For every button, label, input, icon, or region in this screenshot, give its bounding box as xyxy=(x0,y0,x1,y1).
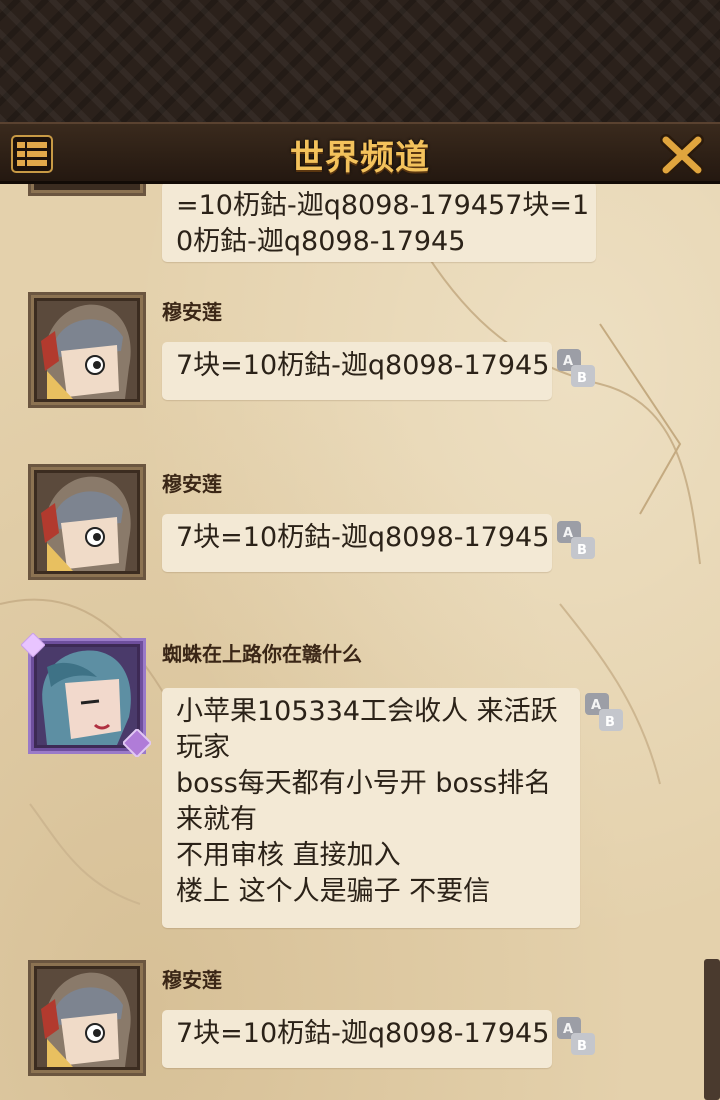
message-text-line: 0杤鈷-迦q8098-17945 xyxy=(176,226,466,257)
message-text-line: 玩家 xyxy=(176,732,230,763)
translate-ab-icon[interactable]: A B xyxy=(556,348,596,388)
knight-girl-avatar[interactable] xyxy=(28,292,146,408)
message-bubble: 7块=10杤鈷-迦q8098-17945 xyxy=(162,1010,552,1068)
partial-avatar[interactable] xyxy=(28,184,146,196)
scrollbar-thumb[interactable] xyxy=(704,959,720,1100)
message-text-line: boss每天都有小号开 boss排名 xyxy=(176,768,552,799)
message-bubble: =10杤鈷-迦q8098-179457块=1 0杤鈷-迦q8098-17945 xyxy=(162,184,596,262)
message-bubble: 7块=10杤鈷-迦q8098-17945 xyxy=(162,342,552,400)
channel-title: 世界频道 xyxy=(290,138,430,178)
svg-text:A: A xyxy=(563,526,573,541)
svg-text:A: A xyxy=(591,698,601,713)
message-text-line: 不用审核 直接加入 xyxy=(176,840,401,871)
svg-text:B: B xyxy=(605,715,615,730)
sender-name: 穆安莲 xyxy=(162,472,222,496)
sender-name: 蜘蛛在上路你在赣什么 xyxy=(162,642,362,666)
message-bubble: 小苹果105334工会收人 来活跃 玩家 boss每天都有小号开 boss排名 … xyxy=(162,688,580,928)
message-text-line: 7块=10杤鈷-迦q8098-17945 xyxy=(176,1018,550,1049)
close-x-icon[interactable] xyxy=(658,132,706,178)
knight-girl-avatar[interactable] xyxy=(28,960,146,1076)
translate-ab-icon[interactable]: A B xyxy=(584,692,624,732)
channel-header: 世界频道 xyxy=(0,122,720,184)
message-text-line: 楼上 这个人是骗子 不要信 xyxy=(176,876,491,907)
message-text-line: =10杤鈷-迦q8098-179457块=1 xyxy=(176,190,590,221)
svg-text:B: B xyxy=(577,1039,587,1054)
message-text-line: 来就有 xyxy=(176,804,257,835)
message-text-line: 小苹果105334工会收人 来活跃 xyxy=(176,696,558,727)
svg-text:A: A xyxy=(563,354,573,369)
knight-girl-avatar[interactable] xyxy=(28,464,146,580)
svg-text:B: B xyxy=(577,371,587,386)
translate-ab-icon[interactable]: A B xyxy=(556,1016,596,1056)
chat-panel[interactable]: =10杤鈷-迦q8098-179457块=1 0杤鈷-迦q8098-17945 … xyxy=(0,184,720,1100)
blue-hair-avatar[interactable] xyxy=(21,633,151,757)
translate-ab-icon[interactable]: A B xyxy=(556,520,596,560)
message-bubble: 7块=10杤鈷-迦q8098-17945 xyxy=(162,514,552,572)
svg-text:B: B xyxy=(577,543,587,558)
top-pattern-band xyxy=(0,0,720,122)
svg-text:A: A xyxy=(563,1022,573,1037)
message-text-line: 7块=10杤鈷-迦q8098-17945 xyxy=(176,350,550,381)
message-text-line: 7块=10杤鈷-迦q8098-17945 xyxy=(176,522,550,553)
sender-name: 穆安莲 xyxy=(162,300,222,324)
sender-name: 穆安莲 xyxy=(162,968,222,992)
